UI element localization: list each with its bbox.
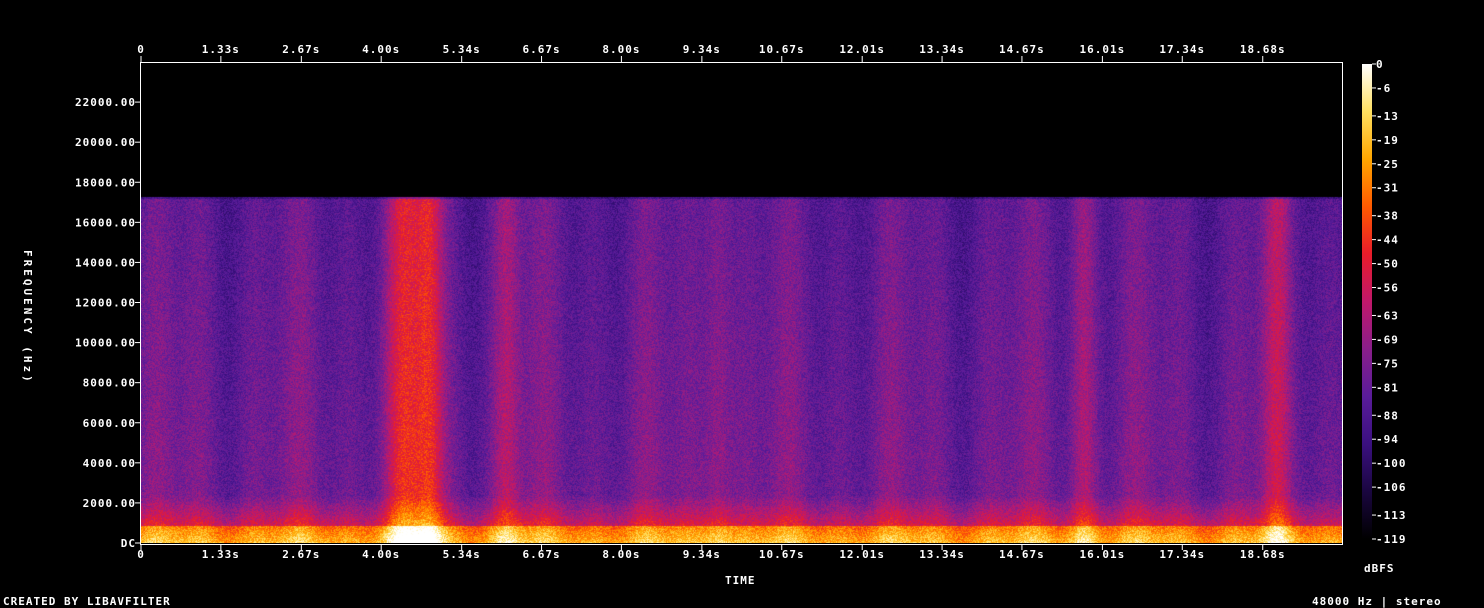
colorbar-tick-label: -31: [1376, 182, 1399, 195]
colorbar-tick-label: -106: [1376, 481, 1407, 494]
x-tick-label: 18.68s: [1240, 548, 1286, 561]
x-tick-label: 4.00s: [362, 43, 400, 56]
x-tick-label: 14.67s: [999, 43, 1045, 56]
x-tick-label: 10.67s: [759, 43, 805, 56]
colorbar-tick-label: -50: [1376, 258, 1399, 271]
colorbar-tick-label: -13: [1376, 110, 1399, 123]
colorbar-tick-label: -100: [1376, 457, 1407, 470]
colorbar-tick-label: -44: [1376, 234, 1399, 247]
x-tick-label: 17.34s: [1159, 43, 1205, 56]
y-tick-label: 12000.00: [75, 297, 136, 310]
y-tick-label: 4000.00: [83, 457, 136, 470]
y-tick-label: 20000.00: [75, 136, 136, 149]
x-tick-label: 16.01s: [1080, 548, 1126, 561]
x-tick-label: 1.33s: [202, 43, 240, 56]
x-tick-label: 13.34s: [919, 548, 965, 561]
colorbar-tick-label: -69: [1376, 333, 1399, 346]
colorbar: [1362, 64, 1372, 539]
x-tick-label: 1.33s: [202, 548, 240, 561]
colorbar-tick-label: -19: [1376, 134, 1399, 147]
y-tick-label: 14000.00: [75, 256, 136, 269]
x-tick-label: 2.67s: [282, 43, 320, 56]
colorbar-label: dBFS: [1364, 562, 1395, 575]
colorbar-tick-label: -119: [1376, 533, 1407, 546]
colorbar-tick-label: -81: [1376, 381, 1399, 394]
x-tick-label: 5.34s: [443, 548, 481, 561]
x-tick-label: 10.67s: [759, 548, 805, 561]
x-tick-label: 0: [137, 548, 145, 561]
audio-format-text: 48000 Hz | stereo: [1312, 595, 1442, 608]
x-tick-label: 6.67s: [522, 548, 560, 561]
colorbar-tick-label: -94: [1376, 433, 1399, 446]
x-tick-label: 0: [137, 43, 145, 56]
chart-axes: 0 1.33s 2.67s 4.00s 5.34s 6.67s 8.00s 9.34s 10.6…: [75, 43, 1407, 561]
y-axis-label: FREQUENCY (Hz): [21, 250, 34, 385]
x-tick-label: 9.34s: [683, 43, 721, 56]
colorbar-tick-label: -75: [1376, 357, 1399, 370]
colorbar-tick-label: -56: [1376, 282, 1399, 295]
x-tick-label: 18.68s: [1240, 43, 1286, 56]
x-tick-label: 6.67s: [522, 43, 560, 56]
x-tick-label: 12.01s: [839, 43, 885, 56]
x-axis-label: TIME: [725, 574, 756, 587]
colorbar-ticks: 0 -6 -13 -19 -25 -31 -38 -44 -50 -56 -63 -69 -75 -81 -…: [1372, 58, 1407, 546]
x-ticks-bottom: 0 1.33s 2.67s 4.00s 5.34s 6.67s 8.00s 9.34s 10.6…: [137, 544, 1285, 561]
x-tick-label: 2.67s: [282, 548, 320, 561]
colorbar-tick-label: -113: [1376, 509, 1407, 522]
y-tick-label: 8000.00: [83, 377, 136, 390]
x-tick-label: 14.67s: [999, 548, 1045, 561]
x-tick-label: 17.34s: [1159, 548, 1205, 561]
credit-text: CREATED BY LIBAVFILTER: [3, 595, 171, 608]
y-tick-label: 10000.00: [75, 337, 136, 350]
x-ticks-top: 0 1.33s 2.67s 4.00s 5.34s 6.67s 8.00s 9.34s 10.6…: [137, 43, 1285, 62]
x-tick-label: 9.34s: [683, 548, 721, 561]
x-tick-label: 8.00s: [602, 548, 640, 561]
colorbar-tick-label: -63: [1376, 309, 1399, 322]
x-tick-label: 5.34s: [443, 43, 481, 56]
y-tick-label: DC: [121, 537, 136, 550]
y-tick-label: 6000.00: [83, 417, 136, 430]
x-tick-label: 8.00s: [602, 43, 640, 56]
y-tick-label: 18000.00: [75, 176, 136, 189]
y-ticks: DC 2000.00 4000.00 6000.00 8000.00 10000.00 12…: [75, 96, 141, 550]
colorbar-tick-label: -25: [1376, 158, 1399, 171]
x-tick-label: 16.01s: [1080, 43, 1126, 56]
y-tick-label: 22000.00: [75, 96, 136, 109]
colorbar-tick-label: -6: [1376, 82, 1391, 95]
x-tick-label: 13.34s: [919, 43, 965, 56]
plot-frame: [140, 62, 1343, 545]
colorbar-tick-label: -88: [1376, 409, 1399, 422]
y-tick-label: 2000.00: [83, 497, 136, 510]
x-tick-label: 12.01s: [839, 548, 885, 561]
y-tick-label: 16000.00: [75, 216, 136, 229]
colorbar-tick-label: -38: [1376, 210, 1399, 223]
x-tick-label: 4.00s: [362, 548, 400, 561]
colorbar-tick-label: 0: [1376, 58, 1384, 71]
